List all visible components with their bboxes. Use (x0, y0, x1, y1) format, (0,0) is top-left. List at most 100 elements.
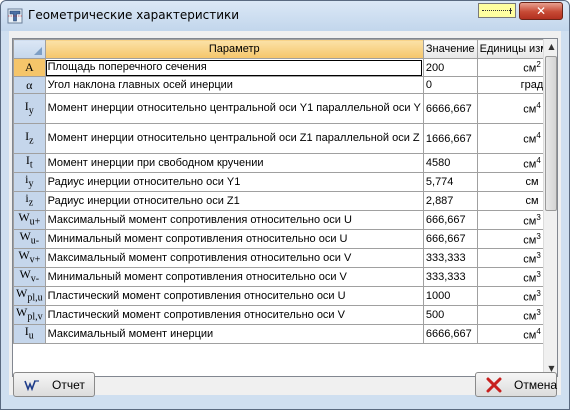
row-symbol[interactable]: α (13, 76, 46, 94)
unit-text: см (523, 215, 537, 228)
parameter-value[interactable]: 200 (422, 58, 478, 77)
parameter-name[interactable]: Момент инерции относительно центральной … (44, 123, 424, 154)
row-symbol[interactable]: Iu (13, 324, 46, 344)
column-header-value[interactable]: Значение (422, 39, 478, 59)
parameter-name[interactable]: Пластический момент сопротивления относи… (44, 305, 424, 325)
symbol-letter: W (16, 305, 28, 320)
table-row[interactable]: Wu- Минимальный момент сопротивления отно… (13, 229, 557, 249)
unit-power: 2 (536, 60, 541, 70)
client-area: Параметр Значение Единицы измерения AПло… (9, 31, 561, 397)
unit-text: град (520, 79, 544, 91)
table-row[interactable]: Wpl,v Пластический момент сопротивления о… (13, 305, 557, 325)
grid-corner[interactable] (13, 39, 46, 59)
parameter-value[interactable]: 333,333 (422, 248, 478, 268)
parameter-name[interactable]: Угол наклона главных осей инерции (44, 76, 424, 94)
parameter-value[interactable]: 1666,667 (422, 123, 478, 154)
symbol-subscript: v+ (29, 254, 41, 266)
parameter-name[interactable]: Момент инерции при свободном кручении (44, 153, 424, 173)
parameter-value[interactable]: 333,333 (422, 267, 478, 287)
parameter-value[interactable]: 4580 (422, 153, 478, 173)
section-properties-icon (7, 8, 23, 24)
symbol-letter: W (19, 267, 31, 282)
unit-power: 4 (536, 131, 541, 141)
scroll-up-icon[interactable]: ▲ (544, 39, 557, 54)
unit-text: см (523, 103, 537, 116)
report-button[interactable]: Отчет (13, 372, 95, 397)
parameter-value[interactable]: 6666,667 (422, 93, 478, 124)
table-row[interactable]: iy Радиус инерции относительно оси Y1 5,77… (13, 172, 557, 192)
unit-text: см (523, 272, 537, 285)
cancel-button-label: Отмена (514, 378, 558, 392)
cancel-button[interactable]: Отмена (475, 372, 557, 397)
parameter-value[interactable]: 0 (422, 76, 478, 94)
parameter-name[interactable]: Минимальный момент сопротивления относит… (44, 267, 424, 287)
table-row[interactable]: Iu Максимальный момент инерции 6666,667 см4 (13, 324, 557, 344)
parameter-name[interactable]: Минимальный момент сопротивления относит… (44, 229, 424, 249)
ruler-icon[interactable] (478, 3, 516, 18)
parameter-value[interactable]: 5,774 (422, 172, 478, 192)
properties-grid[interactable]: Параметр Значение Единицы измерения AПло… (12, 38, 558, 377)
table-row[interactable]: Wpl,u Пластический момент сопротивления о… (13, 286, 557, 306)
symbol-subscript: pl,u (27, 292, 43, 304)
table-row[interactable]: Wu+ Максимальный момент сопротивления отн… (13, 210, 557, 230)
close-icon: ✕ (535, 4, 547, 18)
row-symbol[interactable]: Wv- (13, 267, 46, 287)
unit-power: 4 (536, 101, 541, 111)
symbol-subscript: u- (30, 235, 40, 247)
symbol-letter: α (26, 77, 33, 92)
unit-text: см (525, 195, 539, 207)
unit-text: см (523, 310, 537, 323)
unit-power: 3 (536, 307, 541, 317)
parameter-value[interactable]: 500 (422, 305, 478, 325)
parameter-value[interactable]: 6666,667 (422, 324, 478, 344)
parameter-value[interactable]: 2,887 (422, 191, 478, 211)
scroll-thumb[interactable] (545, 56, 557, 211)
row-symbol[interactable]: A (13, 58, 46, 77)
row-symbol[interactable]: iy (13, 172, 46, 192)
parameter-name[interactable]: Радиус инерции относительно оси Y1 (44, 172, 424, 192)
parameter-name[interactable]: Момент инерции относительно центральной … (44, 93, 424, 124)
parameter-value[interactable]: 666,667 (422, 229, 478, 249)
row-symbol[interactable]: Wu+ (13, 210, 46, 230)
parameter-name[interactable]: Максимальный момент сопротивления относи… (44, 248, 424, 268)
table-row[interactable]: iz Радиус инерции относительно оси Z1 2,88… (13, 191, 557, 211)
row-symbol[interactable]: iz (13, 191, 46, 211)
unit-power: 3 (536, 288, 541, 298)
symbol-subscript: y (28, 178, 34, 190)
dialog-window: Геометрические характеристики ✕ Параметр (0, 0, 570, 410)
table-row[interactable]: It Момент инерции при свободном кручении 4… (13, 153, 557, 173)
row-symbol[interactable]: Wpl,v (13, 305, 46, 325)
unit-text: см (523, 234, 537, 247)
window-title: Геометрические характеристики (28, 8, 240, 22)
table-row[interactable]: α Угол наклона главных осей инерции 0 град (13, 76, 557, 94)
symbol-subscript: y (28, 105, 34, 117)
vertical-scrollbar[interactable]: ▲ ▼ (543, 39, 557, 376)
table-row[interactable]: Iz Момент инерции относительно центрально… (13, 123, 557, 154)
symbol-subscript: t (29, 159, 33, 171)
row-symbol[interactable]: Iy (13, 93, 46, 124)
row-symbol[interactable]: Wpl,u (13, 286, 46, 306)
row-symbol[interactable]: Wv+ (13, 248, 46, 268)
parameter-name[interactable]: Площадь поперечного сечения (44, 58, 424, 77)
unit-text: см (525, 176, 539, 188)
table-row[interactable]: Wv+ Максимальный момент сопротивления отн… (13, 248, 557, 268)
column-header-param[interactable]: Параметр (44, 39, 424, 59)
parameter-name[interactable]: Максимальный момент сопротивления относи… (44, 210, 424, 230)
row-symbol[interactable]: It (13, 153, 46, 173)
row-symbol[interactable]: Iz (13, 123, 46, 154)
parameter-name[interactable]: Максимальный момент инерции (44, 324, 424, 344)
table-row[interactable]: Iy Момент инерции относительно центрально… (13, 93, 557, 124)
unit-text: см (523, 329, 537, 342)
parameter-value[interactable]: 666,667 (422, 210, 478, 230)
symbol-subscript: z (29, 135, 34, 147)
close-button[interactable]: ✕ (519, 2, 563, 20)
unit-power: 4 (536, 326, 541, 336)
title-bar[interactable]: Геометрические характеристики ✕ (1, 1, 569, 31)
unit-power: 3 (536, 212, 541, 222)
parameter-name[interactable]: Радиус инерции относительно оси Z1 (44, 191, 424, 211)
table-row[interactable]: Wv- Минимальный момент сопротивления отно… (13, 267, 557, 287)
parameter-value[interactable]: 1000 (422, 286, 478, 306)
row-symbol[interactable]: Wu- (13, 229, 46, 249)
table-row[interactable]: A Площадь поперечного сечения 200 см2 (13, 58, 557, 77)
parameter-name[interactable]: Пластический момент сопротивления относи… (44, 286, 424, 306)
